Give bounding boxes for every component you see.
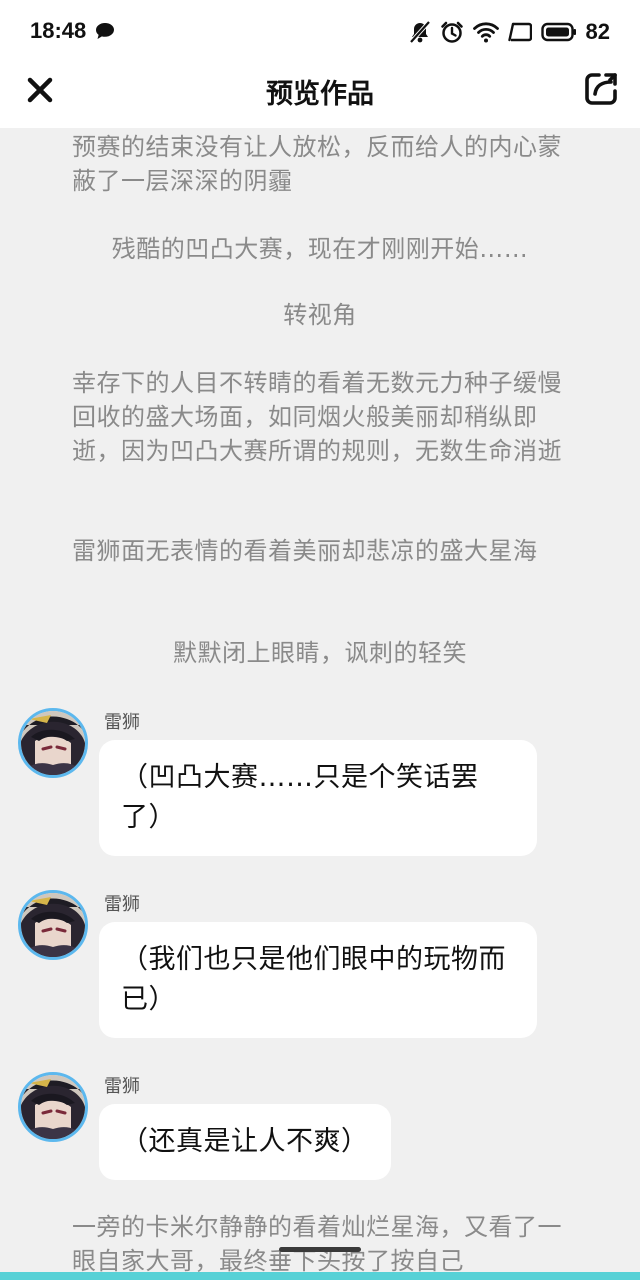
narration-paragraph: 转视角 (283, 301, 357, 329)
avatar[interactable] (18, 1072, 88, 1142)
app-screen: 18:48 82 预览作品 预赛的结束没有让人放松，反而给人的内心蒙蔽了一层深深… (0, 0, 640, 1280)
story-preview-content[interactable]: 预赛的结束没有让人放松，反而给人的内心蒙蔽了一层深深的阴霾 残酷的凹凸大赛，现在… (0, 128, 640, 1280)
sender-name: 雷狮 (104, 712, 140, 733)
message-notification-icon (95, 22, 115, 40)
gesture-handle[interactable] (279, 1247, 361, 1252)
sender-name: 雷狮 (104, 894, 140, 915)
mute-icon (409, 20, 431, 44)
title-bar: 预览作品 (0, 62, 640, 128)
narration-paragraph: 预赛的结束没有让人放松，反而给人的内心蒙蔽了一层深深的阴霾 (72, 133, 562, 195)
battery-icon (540, 22, 577, 42)
narration-paragraph: 残酷的凹凸大赛，现在才刚刚开始…… (111, 235, 529, 263)
narration-paragraph: 幸存下的人目不转睛的看着无数元力种子缓慢回收的盛大场面，如同烟火般美丽却稍纵即逝… (72, 369, 562, 465)
message-bubble: （我们也只是他们眼中的玩物而已） (99, 922, 537, 1038)
battery-level: 82 (585, 19, 610, 44)
status-icons: 82 (409, 18, 610, 46)
wifi-icon (472, 21, 499, 43)
avatar[interactable] (18, 890, 88, 960)
bottom-accent-bar (0, 1272, 640, 1280)
share-button[interactable] (582, 70, 620, 108)
share-icon (585, 73, 617, 105)
sender-name: 雷狮 (104, 1076, 140, 1097)
message-bubble: （还真是让人不爽） (99, 1104, 391, 1180)
status-time: 18:48 (30, 18, 87, 43)
alarm-icon (440, 20, 464, 44)
status-bar: 18:48 82 (0, 0, 640, 62)
page-title: 预览作品 (266, 79, 374, 110)
narration-paragraph: 雷狮面无表情的看着美丽却悲凉的盛大星海 (72, 537, 538, 565)
message-bubble: （凹凸大赛……只是个笑话罢了） (99, 740, 537, 856)
narration-paragraph: 一旁的卡米尔静静的看着灿烂星海，又看了一眼自家大哥，最终垂下头按了按自己 (72, 1213, 562, 1275)
avatar[interactable] (18, 708, 88, 778)
narration-paragraph: 默默闭上眼睛，讽刺的轻笑 (173, 639, 467, 667)
screen-cast-icon (507, 22, 532, 42)
